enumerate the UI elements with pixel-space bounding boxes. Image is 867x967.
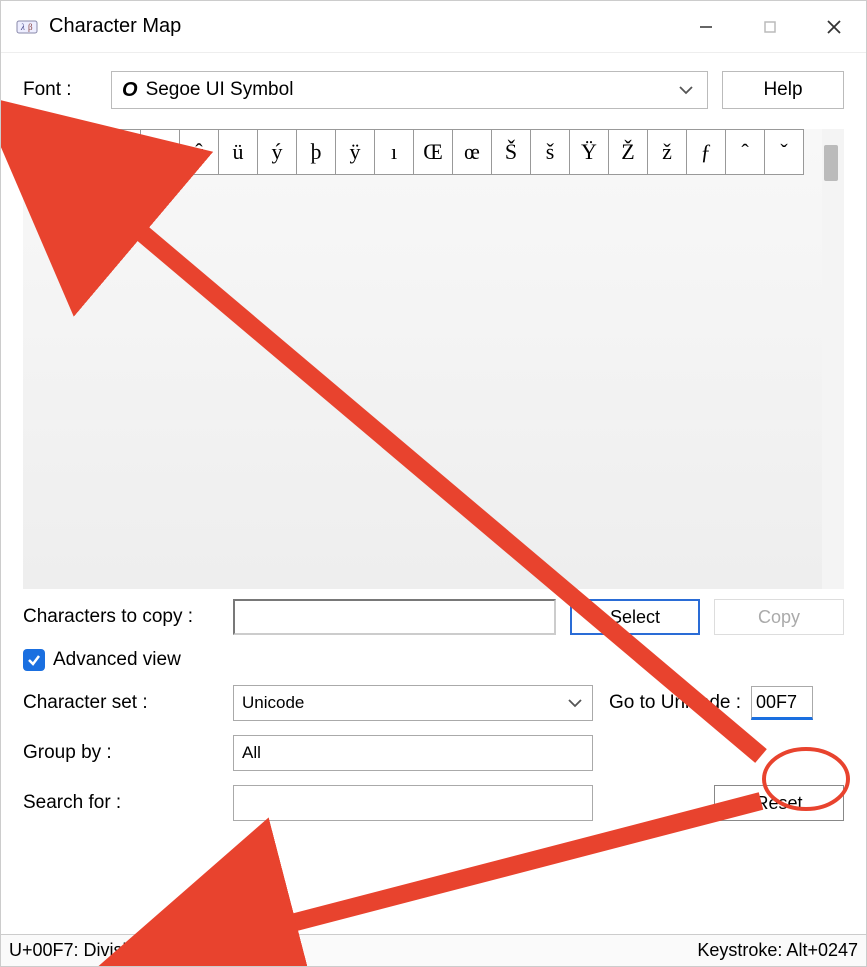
char-cell[interactable]: ˇ: [764, 129, 804, 175]
char-cell[interactable]: û: [179, 129, 219, 175]
select-button[interactable]: Select: [570, 599, 700, 635]
help-label: Help: [763, 79, 802, 101]
char-cell[interactable]: Ž: [608, 129, 648, 175]
group-label: Group by :: [23, 742, 233, 764]
svg-text:β: β: [28, 22, 33, 32]
window-title: Character Map: [49, 15, 674, 38]
char-cell[interactable]: ˆ: [725, 129, 765, 175]
char-cell[interactable]: þ: [296, 129, 336, 175]
charset-label: Character set :: [23, 692, 233, 714]
char-cell[interactable]: ƒ: [686, 129, 726, 175]
advanced-checkbox[interactable]: [23, 649, 45, 671]
group-value: All: [242, 743, 261, 763]
status-keystroke: Keystroke: Alt+0247: [697, 940, 858, 961]
font-dropdown[interactable]: O Segoe UI Symbol: [111, 71, 708, 109]
char-cell[interactable]: ü: [218, 129, 258, 175]
select-label: Select: [610, 607, 660, 628]
character-grid: ÷ ø ù ú û ü ý þ ÿ ı Œ œ Š š Ÿ Ž ž ƒ ˆ ˇ: [23, 129, 844, 589]
char-cell[interactable]: Ÿ: [569, 129, 609, 175]
search-label: Search for :: [23, 792, 233, 814]
group-row: Group by : All: [23, 735, 844, 771]
maximize-button[interactable]: [738, 1, 802, 52]
char-cell[interactable]: ú: [140, 129, 180, 175]
reset-label: Reset: [755, 793, 802, 814]
charset-value: Unicode: [242, 693, 304, 713]
copy-input[interactable]: [233, 599, 556, 635]
char-cell[interactable]: ý: [257, 129, 297, 175]
advanced-row: Advanced view: [23, 649, 844, 671]
copy-row: Characters to copy : Select Copy: [23, 599, 844, 635]
char-cell[interactable]: ž: [647, 129, 687, 175]
font-preview-glyph: O: [122, 79, 138, 102]
group-dropdown[interactable]: All: [233, 735, 593, 771]
char-row: ÷ ø ù ú û ü ý þ ÿ ı Œ œ Š š Ÿ Ž ž ƒ ˆ ˇ: [23, 129, 844, 175]
scrollbar[interactable]: [822, 129, 844, 589]
char-cell[interactable]: ø: [62, 129, 102, 175]
svg-text:λ: λ: [20, 22, 25, 32]
help-button[interactable]: Help: [722, 71, 844, 109]
lower-controls: Characters to copy : Select Copy Advance…: [23, 599, 844, 825]
char-cell[interactable]: ù: [101, 129, 141, 175]
char-cell[interactable]: Š: [491, 129, 531, 175]
copy-btn-label: Copy: [758, 607, 800, 628]
copy-button[interactable]: Copy: [714, 599, 844, 635]
window-controls: [674, 1, 866, 52]
char-cell[interactable]: ÷: [23, 129, 63, 175]
status-bar: U+00F7: Division Sign Keystroke: Alt+024…: [1, 934, 866, 966]
copy-label: Characters to copy :: [23, 606, 233, 628]
charset-dropdown[interactable]: Unicode: [233, 685, 593, 721]
font-name: Segoe UI Symbol: [146, 79, 294, 101]
goto-unicode-input[interactable]: [751, 686, 813, 720]
scrollbar-thumb[interactable]: [824, 145, 838, 181]
search-row: Search for : Reset: [23, 785, 844, 821]
window: λ β Character Map Font : O Segoe UI Symb…: [0, 0, 867, 967]
app-icon: λ β: [15, 15, 39, 39]
search-input[interactable]: [233, 785, 593, 821]
goto-label: Go to Unicode :: [609, 692, 741, 714]
close-button[interactable]: [802, 1, 866, 52]
status-unicode: U+00F7: Division Sign: [9, 940, 188, 961]
chevron-down-icon: [568, 693, 582, 713]
char-cell[interactable]: ı: [374, 129, 414, 175]
char-cell[interactable]: Œ: [413, 129, 453, 175]
minimize-button[interactable]: [674, 1, 738, 52]
font-row: Font : O Segoe UI Symbol Help: [23, 71, 844, 109]
char-cell[interactable]: ÿ: [335, 129, 375, 175]
font-label: Font :: [23, 79, 111, 101]
titlebar: λ β Character Map: [1, 1, 866, 53]
char-cell[interactable]: š: [530, 129, 570, 175]
charset-row: Character set : Unicode Go to Unicode :: [23, 685, 844, 721]
reset-button[interactable]: Reset: [714, 785, 844, 821]
advanced-label: Advanced view: [53, 649, 181, 671]
content: Font : O Segoe UI Symbol Help ÷ ø ù ú û …: [1, 53, 866, 934]
char-cell[interactable]: œ: [452, 129, 492, 175]
chevron-down-icon: [679, 79, 693, 101]
